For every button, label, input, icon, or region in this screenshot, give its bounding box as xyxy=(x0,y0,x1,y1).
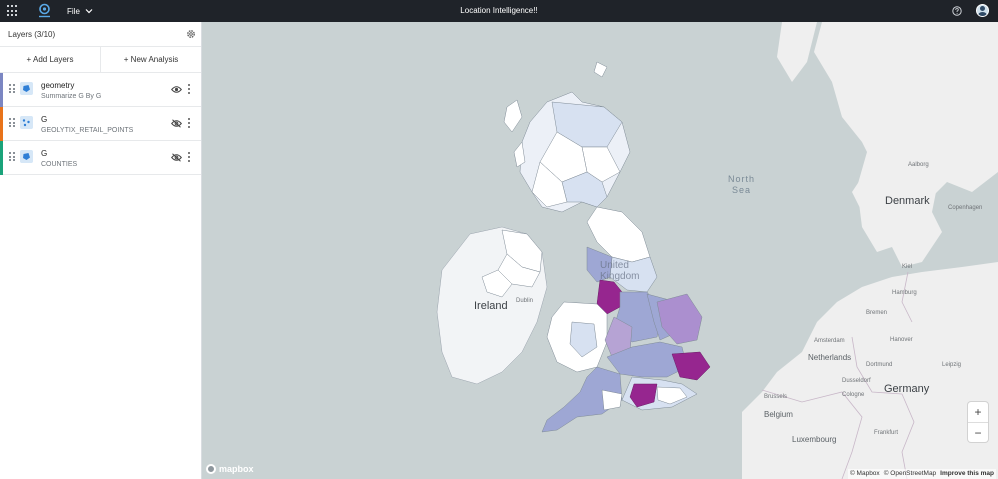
layer-name: geometry xyxy=(41,81,75,90)
more-options-icon[interactable] xyxy=(187,118,191,128)
top-bar: File Location Intelligence!! xyxy=(0,0,998,22)
map-basemap xyxy=(436,22,998,479)
attribution-mapbox-link[interactable]: © Mapbox xyxy=(850,470,880,478)
new-analysis-button[interactable]: + New Analysis xyxy=(100,47,201,72)
eye-icon[interactable] xyxy=(171,85,182,94)
drag-handle-icon[interactable] xyxy=(9,84,15,94)
map-label-dortmund: Dortmund xyxy=(866,362,893,368)
attribution-osm-link[interactable]: © OpenStreetMap xyxy=(884,470,936,478)
layer-item-retail-points[interactable]: G GEOLYTIX_RETAIL_POINTS xyxy=(0,107,201,141)
map-label-dublin: Dublin xyxy=(516,298,534,304)
eye-off-icon[interactable] xyxy=(171,153,182,162)
layer-item-counties[interactable]: G COUNTIES xyxy=(0,141,201,175)
map-label-north-sea-line2: Sea xyxy=(732,185,752,195)
map-label-germany: Germany xyxy=(884,383,930,395)
map-label-frankfurt: Frankfurt xyxy=(874,430,899,436)
help-icon[interactable] xyxy=(952,6,962,16)
map-label-ireland: Ireland xyxy=(474,300,508,312)
zoom-control: + − xyxy=(968,402,988,442)
map-label-aalborg: Aalborg xyxy=(908,162,929,168)
zoom-out-button[interactable]: − xyxy=(968,422,988,442)
map-label-amsterdam: Amsterdam xyxy=(814,338,845,344)
layer-color-stripe xyxy=(0,73,3,107)
avatar[interactable] xyxy=(976,4,989,17)
map-label-leipzig: Leipzig xyxy=(942,362,962,368)
map-label-north-sea: North Sea xyxy=(728,174,755,196)
add-layers-button[interactable]: + Add Layers xyxy=(0,47,100,72)
layer-color-stripe xyxy=(0,141,3,175)
drag-handle-icon[interactable] xyxy=(9,152,15,162)
layer-subtitle: COUNTIES xyxy=(41,161,78,168)
scandinavia-landmass xyxy=(777,22,817,82)
points-layer-icon xyxy=(20,116,33,129)
layer-subtitle: Summarize G By G xyxy=(41,93,102,100)
layers-count-title: Layers (3/10) xyxy=(8,30,56,39)
eye-off-icon[interactable] xyxy=(171,119,182,128)
map-label-bremen: Bremen xyxy=(866,310,888,316)
map-label-belgium: Belgium xyxy=(764,410,793,419)
map-label-kiel: Kiel xyxy=(902,264,913,270)
layer-name: G xyxy=(41,115,48,124)
mapbox-logo[interactable]: mapbox xyxy=(206,463,254,475)
settings-gear-icon[interactable] xyxy=(186,29,196,39)
layers-header: Layers (3/10) xyxy=(0,22,201,47)
map-canvas[interactable]: North Sea Ireland Dublin United Kingdom … xyxy=(202,22,998,479)
layer-actions: + Add Layers + New Analysis xyxy=(0,47,201,73)
map-label-cologne: Cologne xyxy=(842,392,865,398)
mainland-europe xyxy=(742,262,998,479)
map-label-luxembourg: Luxembourg xyxy=(792,435,837,444)
layers-sidebar: Layers (3/10) + Add Layers + New Analysi… xyxy=(0,22,202,479)
map-label-hanover: Hanover xyxy=(890,337,913,343)
map-label-brussels: Brussels xyxy=(764,394,788,400)
polygon-layer-icon xyxy=(20,150,33,163)
more-options-icon[interactable] xyxy=(187,84,191,94)
map-label-copenhagen: Copenhagen xyxy=(948,205,983,211)
layer-item-geometry[interactable]: geometry Summarize G By G xyxy=(0,73,201,107)
drag-handle-icon[interactable] xyxy=(9,118,15,128)
map-label-north-sea-line1: North xyxy=(728,174,756,184)
layer-color-stripe xyxy=(0,107,3,141)
more-options-icon[interactable] xyxy=(187,152,191,162)
map-label-denmark: Denmark xyxy=(885,195,930,207)
layer-name: G xyxy=(41,149,48,158)
map-attribution: © Mapbox © OpenStreetMap Improve this ma… xyxy=(847,469,996,479)
improve-map-link[interactable]: Improve this map xyxy=(940,470,994,478)
zoom-in-button[interactable]: + xyxy=(968,402,988,422)
map-label-dusseldorf: Dusseldorf xyxy=(842,378,871,384)
mapbox-logo-text: mapbox xyxy=(219,464,254,474)
map-label-hamburg: Hamburg xyxy=(892,290,917,296)
polygon-layer-icon xyxy=(20,82,33,95)
mapbox-logo-icon xyxy=(206,464,216,474)
map-label-united-kingdom: United Kingdom xyxy=(600,260,640,282)
layer-subtitle: GEOLYTIX_RETAIL_POINTS xyxy=(41,127,134,134)
map-label-netherlands: Netherlands xyxy=(808,353,852,362)
app-title: Location Intelligence!! xyxy=(460,6,538,15)
